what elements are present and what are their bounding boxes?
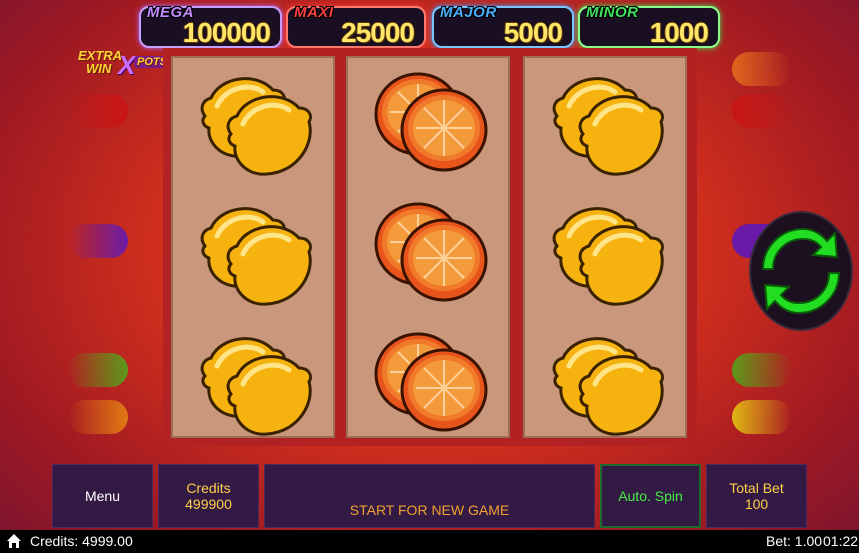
orange-icon: [370, 66, 490, 176]
side-pill-right-green: [732, 353, 792, 387]
credits-value: 499900: [185, 496, 232, 512]
lemon-icon: [547, 66, 667, 176]
reel-3: [523, 56, 687, 438]
auto-spin-button[interactable]: Auto. Spin: [600, 464, 701, 528]
message-display: START FOR NEW GAME: [264, 464, 595, 528]
jackpot-major: MAJOR 5000: [432, 4, 574, 48]
orange-icon: [370, 196, 490, 306]
home-icon[interactable]: [6, 533, 22, 549]
lemon-icon: [547, 196, 667, 306]
credits-label: Credits: [186, 480, 231, 496]
auto-spin-label: Auto. Spin: [618, 488, 683, 504]
total-bet-button[interactable]: Total Bet 100: [706, 464, 807, 528]
lemon-icon: [195, 326, 315, 436]
jackpot-minor-value: 1000: [649, 17, 709, 48]
orange-icon: [370, 326, 490, 436]
reel-1: [171, 56, 335, 438]
logo-x: X: [118, 50, 136, 80]
logo-win: WIN: [86, 61, 112, 76]
status-bar: Credits: 4999.00 Bet: 1.00 01:22: [0, 530, 859, 553]
jackpot-minor: MINOR 1000: [578, 4, 720, 48]
total-bet-label: Total Bet: [729, 480, 784, 496]
jackpot-mega: MEGA 100000: [139, 4, 282, 48]
side-pill-left-purple: [68, 224, 128, 258]
jackpot-major-label: MAJOR: [440, 4, 497, 21]
side-pill-left-red: [68, 94, 128, 128]
menu-label: Menu: [84, 488, 121, 504]
message-text: START FOR NEW GAME: [349, 502, 510, 518]
side-pill-right-red: [732, 94, 792, 128]
jackpot-maxi-label: MAXI: [294, 4, 334, 21]
status-time: 01:22: [823, 533, 859, 549]
credits-display: Credits 499900: [158, 464, 259, 528]
jackpot-mega-value: 100000: [182, 17, 271, 48]
jackpot-maxi: MAXI 25000: [286, 4, 426, 48]
side-pill-right-orange: [732, 52, 792, 86]
reel-2: [346, 56, 510, 438]
jackpot-maxi-value: 25000: [341, 17, 415, 48]
lemon-icon: [195, 66, 315, 176]
refresh-icon: [761, 227, 841, 315]
total-bet-value: 100: [744, 496, 769, 512]
jackpot-major-value: 5000: [503, 17, 563, 48]
jackpot-minor-label: MINOR: [586, 4, 639, 21]
menu-button[interactable]: Menu: [52, 464, 153, 528]
side-pill-left-green: [68, 353, 128, 387]
status-credits: Credits: 4999.00: [30, 533, 133, 549]
side-pill-left-orange: [68, 400, 128, 434]
lemon-icon: [195, 196, 315, 306]
game-logo: EXTRA WIN X POTS: [74, 48, 174, 80]
lemon-icon: [547, 326, 667, 436]
status-bet: Bet: 1.00: [766, 533, 823, 549]
side-pill-right-yellow: [732, 400, 792, 434]
spin-button[interactable]: [749, 211, 853, 331]
